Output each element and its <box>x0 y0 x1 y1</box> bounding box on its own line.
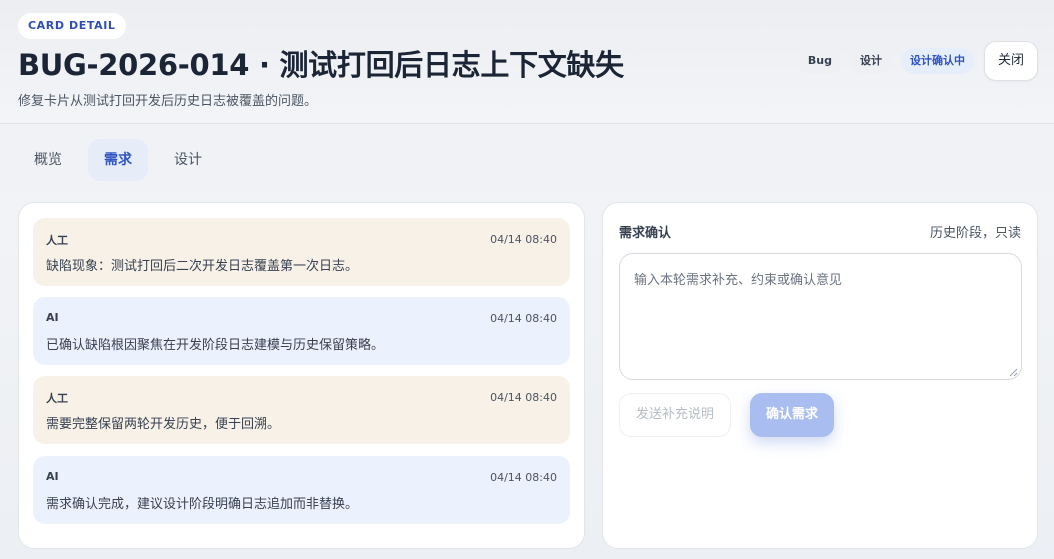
confirm-requirement-button[interactable]: 确认需求 <box>750 393 835 437</box>
tab-design[interactable]: 设计 <box>158 139 218 181</box>
card-detail-badge: CARD DETAIL <box>18 13 126 39</box>
message-time: 04/14 08:40 <box>490 471 557 484</box>
card-header: CARD DETAIL BUG-2026-014 · 测试打回后日志上下文缺失 … <box>0 0 1054 124</box>
tab-overview[interactable]: 概览 <box>18 139 78 181</box>
message-text: 需求确认完成，建议设计阶段明确日志追加而非替换。 <box>46 497 359 512</box>
send-supplement-button[interactable]: 发送补充说明 <box>619 393 732 437</box>
tab-requirements[interactable]: 需求 <box>88 139 148 181</box>
message-role: 人工 <box>46 392 68 405</box>
message-item: AI 04/14 08:40 已确认缺陷根因聚焦在开发阶段日志建模与历史保留策略… <box>33 297 570 365</box>
message-item: 人工 04/14 08:40 缺陷现象：测试打回后二次开发日志覆盖第一次日志。 <box>33 218 570 286</box>
message-item: AI 04/14 08:40 需求确认完成，建议设计阶段明确日志追加而非替换。 <box>33 456 570 524</box>
message-role: AI <box>46 470 59 483</box>
message-item: 人工 04/14 08:40 需要完整保留两轮开发历史，便于回溯。 <box>33 376 570 444</box>
status-badge: 设计确认中 <box>900 48 974 74</box>
header-tags: Bug 设计 设计确认中 关闭 <box>798 41 1038 81</box>
tab-bar: 概览 需求 设计 <box>18 139 218 181</box>
message-time: 04/14 08:40 <box>490 391 557 404</box>
page-subtitle: 修复卡片从测试打回开发后历史日志被覆盖的问题。 <box>18 94 318 109</box>
message-role: 人工 <box>46 234 68 247</box>
message-time: 04/14 08:40 <box>490 312 557 325</box>
page-title: BUG-2026-014 · 测试打回后日志上下文缺失 <box>18 48 624 82</box>
resize-handle-icon[interactable] <box>1008 367 1018 377</box>
type-tag: Bug <box>798 48 841 74</box>
stage-tag: 设计 <box>850 48 891 74</box>
message-text: 已确认缺陷根因聚焦在开发阶段日志建模与历史保留策略。 <box>46 338 385 353</box>
readonly-note: 历史阶段，只读 <box>929 226 1021 241</box>
confirm-panel-title: 需求确认 <box>619 226 672 241</box>
message-text: 需要完整保留两轮开发历史，便于回溯。 <box>46 417 281 432</box>
requirement-input[interactable] <box>619 253 1022 380</box>
requirement-confirm-panel: 需求确认 历史阶段，只读 发送补充说明 确认需求 <box>602 202 1038 549</box>
close-button[interactable]: 关闭 <box>983 41 1038 81</box>
message-time: 04/14 08:40 <box>490 233 557 246</box>
conversation-panel: 人工 04/14 08:40 缺陷现象：测试打回后二次开发日志覆盖第一次日志。 … <box>18 202 585 549</box>
message-role: AI <box>46 311 59 324</box>
message-text: 缺陷现象：测试打回后二次开发日志覆盖第一次日志。 <box>46 259 359 274</box>
